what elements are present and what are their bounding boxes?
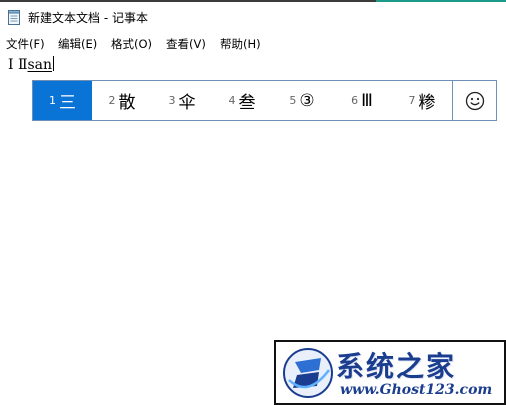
menu-view[interactable]: 查看(V) bbox=[166, 36, 206, 52]
site-watermark: 系统之家 www.Ghost123.com bbox=[274, 340, 506, 405]
emoji-button[interactable] bbox=[453, 81, 497, 120]
candidate-number: 2 bbox=[108, 94, 116, 107]
candidate-1[interactable]: 1三 bbox=[33, 81, 92, 120]
smiley-icon bbox=[465, 91, 485, 110]
candidate-number: 7 bbox=[408, 94, 416, 107]
candidate-text: 糁 bbox=[418, 93, 436, 113]
watermark-title: 系统之家 bbox=[336, 350, 457, 383]
candidate-text: ③ bbox=[299, 90, 315, 111]
candidate-text: 伞 bbox=[178, 93, 196, 113]
candidate-text: 叁 bbox=[238, 93, 256, 113]
candidate-text: Ⅲ bbox=[361, 90, 373, 111]
notepad-icon bbox=[8, 10, 20, 25]
title-bar[interactable]: 新建文本文档 - 记事本 bbox=[0, 2, 506, 32]
menu-format[interactable]: 格式(O) bbox=[111, 36, 152, 52]
candidate-number: 5 bbox=[289, 94, 297, 107]
candidate-text: 散 bbox=[118, 93, 136, 113]
ime-composition-text: san bbox=[27, 57, 53, 73]
ime-candidate-window: 1三 2散 3伞 4叁 5③ 6Ⅲ 7糁 bbox=[32, 80, 497, 121]
candidate-2[interactable]: 2散 bbox=[92, 81, 152, 120]
watermark-url: www.Ghost123.com bbox=[340, 382, 493, 398]
text-caret bbox=[53, 56, 55, 71]
candidate-text: 三 bbox=[59, 93, 76, 113]
menu-edit[interactable]: 编辑(E) bbox=[58, 36, 97, 52]
candidate-number: 3 bbox=[168, 94, 176, 107]
candidate-6[interactable]: 6Ⅲ bbox=[332, 81, 392, 120]
committed-text: Ⅰ Ⅱ bbox=[8, 57, 28, 73]
candidate-number: 1 bbox=[49, 94, 56, 107]
editor-text-line: Ⅰ Ⅱsan bbox=[8, 56, 55, 73]
candidate-number: 6 bbox=[351, 94, 359, 107]
candidate-7[interactable]: 7糁 bbox=[392, 81, 452, 120]
candidate-5[interactable]: 5③ bbox=[272, 81, 332, 120]
notepad-window: 新建文本文档 - 记事本 文件(F) 编辑(E) 格式(O) 查看(V) 帮助(… bbox=[0, 0, 506, 405]
candidate-3[interactable]: 3伞 bbox=[152, 81, 212, 120]
window-title: 新建文本文档 - 记事本 bbox=[28, 11, 148, 25]
watermark-logo-icon bbox=[283, 348, 333, 398]
menu-file[interactable]: 文件(F) bbox=[6, 36, 45, 52]
menu-help[interactable]: 帮助(H) bbox=[220, 36, 261, 52]
candidate-4[interactable]: 4叁 bbox=[212, 81, 272, 120]
candidate-number: 4 bbox=[228, 94, 236, 107]
menu-bar: 文件(F) 编辑(E) 格式(O) 查看(V) 帮助(H) bbox=[0, 33, 506, 53]
